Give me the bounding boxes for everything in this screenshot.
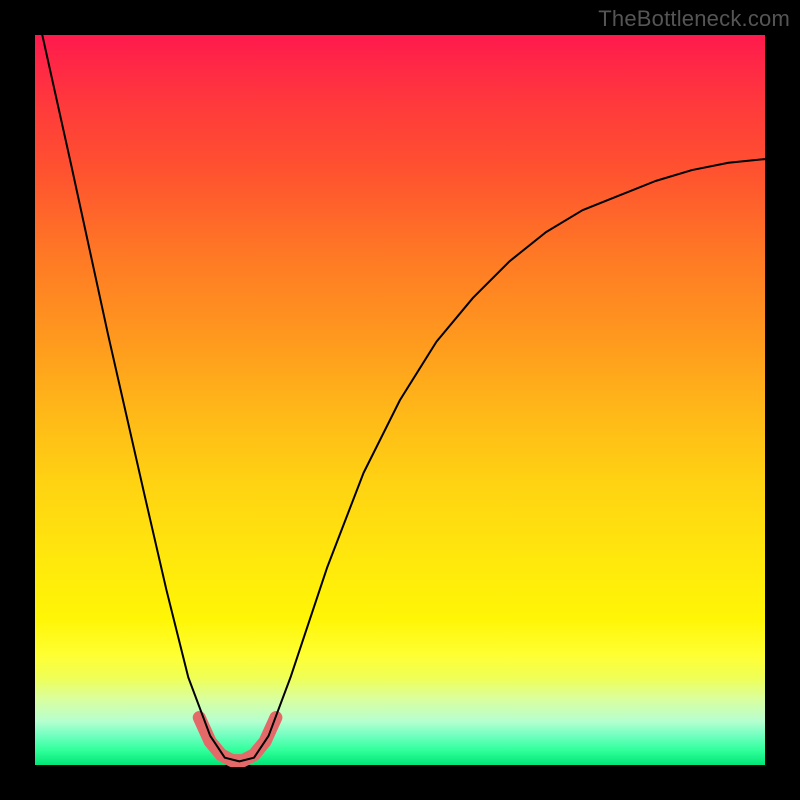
watermark-text: TheBottleneck.com [598, 6, 790, 32]
optimal-range-highlight [199, 718, 276, 761]
chart-svg [35, 35, 765, 765]
chart-frame: TheBottleneck.com [0, 0, 800, 800]
bottleneck-curve [42, 35, 765, 761]
plot-area [35, 35, 765, 765]
